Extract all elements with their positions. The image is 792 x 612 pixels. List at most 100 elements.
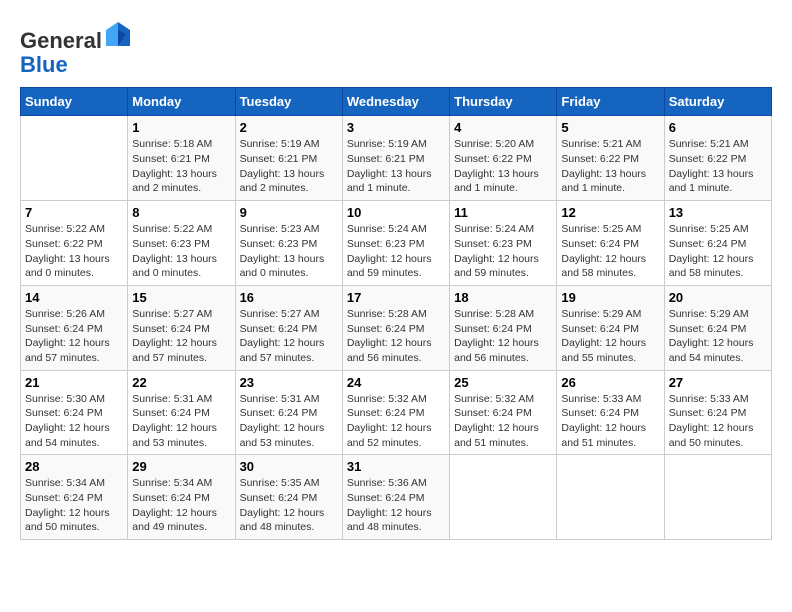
weekday-header: Saturday: [664, 88, 771, 116]
day-info: Sunrise: 5:27 AM Sunset: 6:24 PM Dayligh…: [240, 307, 338, 366]
day-number: 20: [669, 290, 767, 305]
calendar-cell: [664, 455, 771, 540]
calendar-cell: 1 Sunrise: 5:18 AM Sunset: 6:21 PM Daylig…: [128, 116, 235, 201]
calendar-cell: [450, 455, 557, 540]
day-info: Sunrise: 5:30 AM Sunset: 6:24 PM Dayligh…: [25, 392, 123, 451]
day-info: Sunrise: 5:28 AM Sunset: 6:24 PM Dayligh…: [454, 307, 552, 366]
weekday-header: Friday: [557, 88, 664, 116]
day-number: 12: [561, 205, 659, 220]
day-number: 17: [347, 290, 445, 305]
calendar-cell: [557, 455, 664, 540]
calendar-cell: 9 Sunrise: 5:23 AM Sunset: 6:23 PM Daylig…: [235, 201, 342, 286]
weekday-header: Thursday: [450, 88, 557, 116]
calendar-cell: 4 Sunrise: 5:20 AM Sunset: 6:22 PM Daylig…: [450, 116, 557, 201]
day-number: 8: [132, 205, 230, 220]
day-info: Sunrise: 5:34 AM Sunset: 6:24 PM Dayligh…: [132, 476, 230, 535]
day-info: Sunrise: 5:36 AM Sunset: 6:24 PM Dayligh…: [347, 476, 445, 535]
calendar-cell: 26 Sunrise: 5:33 AM Sunset: 6:24 PM Dayli…: [557, 370, 664, 455]
day-info: Sunrise: 5:21 AM Sunset: 6:22 PM Dayligh…: [669, 137, 767, 196]
day-info: Sunrise: 5:33 AM Sunset: 6:24 PM Dayligh…: [561, 392, 659, 451]
day-number: 16: [240, 290, 338, 305]
day-number: 24: [347, 375, 445, 390]
logo-icon: [104, 20, 132, 48]
day-info: Sunrise: 5:32 AM Sunset: 6:24 PM Dayligh…: [347, 392, 445, 451]
day-info: Sunrise: 5:31 AM Sunset: 6:24 PM Dayligh…: [132, 392, 230, 451]
day-number: 3: [347, 120, 445, 135]
day-number: 13: [669, 205, 767, 220]
calendar-cell: 23 Sunrise: 5:31 AM Sunset: 6:24 PM Dayli…: [235, 370, 342, 455]
calendar-cell: 29 Sunrise: 5:34 AM Sunset: 6:24 PM Dayli…: [128, 455, 235, 540]
calendar-cell: 3 Sunrise: 5:19 AM Sunset: 6:21 PM Daylig…: [342, 116, 449, 201]
day-info: Sunrise: 5:20 AM Sunset: 6:22 PM Dayligh…: [454, 137, 552, 196]
calendar-cell: [21, 116, 128, 201]
calendar-cell: 10 Sunrise: 5:24 AM Sunset: 6:23 PM Dayli…: [342, 201, 449, 286]
calendar-table: SundayMondayTuesdayWednesdayThursdayFrid…: [20, 87, 772, 540]
day-info: Sunrise: 5:29 AM Sunset: 6:24 PM Dayligh…: [669, 307, 767, 366]
calendar-cell: 17 Sunrise: 5:28 AM Sunset: 6:24 PM Dayli…: [342, 285, 449, 370]
logo-blue-text: Blue: [20, 52, 68, 77]
day-info: Sunrise: 5:33 AM Sunset: 6:24 PM Dayligh…: [669, 392, 767, 451]
calendar-cell: 12 Sunrise: 5:25 AM Sunset: 6:24 PM Dayli…: [557, 201, 664, 286]
calendar-cell: 8 Sunrise: 5:22 AM Sunset: 6:23 PM Daylig…: [128, 201, 235, 286]
day-info: Sunrise: 5:24 AM Sunset: 6:23 PM Dayligh…: [454, 222, 552, 281]
calendar-cell: 19Sunrise: 5:29 AM Sunset: 6:24 PM Dayli…: [557, 285, 664, 370]
day-number: 14: [25, 290, 123, 305]
day-number: 28: [25, 459, 123, 474]
day-info: Sunrise: 5:31 AM Sunset: 6:24 PM Dayligh…: [240, 392, 338, 451]
calendar-cell: 28 Sunrise: 5:34 AM Sunset: 6:24 PM Dayli…: [21, 455, 128, 540]
day-number: 31: [347, 459, 445, 474]
day-number: 22: [132, 375, 230, 390]
day-info: Sunrise: 5:28 AM Sunset: 6:24 PM Dayligh…: [347, 307, 445, 366]
day-number: 4: [454, 120, 552, 135]
day-info: Sunrise: 5:35 AM Sunset: 6:24 PM Dayligh…: [240, 476, 338, 535]
day-number: 26: [561, 375, 659, 390]
page-header: General Blue: [20, 20, 772, 77]
logo: General Blue: [20, 20, 132, 77]
calendar-cell: 6 Sunrise: 5:21 AM Sunset: 6:22 PM Daylig…: [664, 116, 771, 201]
logo-general-text: General: [20, 28, 102, 53]
day-number: 10: [347, 205, 445, 220]
day-number: 23: [240, 375, 338, 390]
weekday-header: Monday: [128, 88, 235, 116]
calendar-cell: 31 Sunrise: 5:36 AM Sunset: 6:24 PM Dayli…: [342, 455, 449, 540]
calendar-cell: 24 Sunrise: 5:32 AM Sunset: 6:24 PM Dayli…: [342, 370, 449, 455]
day-number: 1: [132, 120, 230, 135]
day-info: Sunrise: 5:22 AM Sunset: 6:23 PM Dayligh…: [132, 222, 230, 281]
calendar-cell: 7Sunrise: 5:22 AM Sunset: 6:22 PM Daylig…: [21, 201, 128, 286]
day-info: Sunrise: 5:24 AM Sunset: 6:23 PM Dayligh…: [347, 222, 445, 281]
calendar-cell: 20 Sunrise: 5:29 AM Sunset: 6:24 PM Dayli…: [664, 285, 771, 370]
calendar-header: SundayMondayTuesdayWednesdayThursdayFrid…: [21, 88, 772, 116]
day-info: Sunrise: 5:23 AM Sunset: 6:23 PM Dayligh…: [240, 222, 338, 281]
day-number: 7: [25, 205, 123, 220]
day-info: Sunrise: 5:34 AM Sunset: 6:24 PM Dayligh…: [25, 476, 123, 535]
day-number: 30: [240, 459, 338, 474]
calendar-cell: 18Sunrise: 5:28 AM Sunset: 6:24 PM Dayli…: [450, 285, 557, 370]
day-number: 9: [240, 205, 338, 220]
calendar-cell: 21 Sunrise: 5:30 AM Sunset: 6:24 PM Dayli…: [21, 370, 128, 455]
day-info: Sunrise: 5:18 AM Sunset: 6:21 PM Dayligh…: [132, 137, 230, 196]
weekday-header: Wednesday: [342, 88, 449, 116]
calendar-cell: 15Sunrise: 5:27 AM Sunset: 6:24 PM Dayli…: [128, 285, 235, 370]
day-info: Sunrise: 5:25 AM Sunset: 6:24 PM Dayligh…: [669, 222, 767, 281]
calendar-cell: 11 Sunrise: 5:24 AM Sunset: 6:23 PM Dayli…: [450, 201, 557, 286]
day-info: Sunrise: 5:27 AM Sunset: 6:24 PM Dayligh…: [132, 307, 230, 366]
day-number: 25: [454, 375, 552, 390]
day-number: 11: [454, 205, 552, 220]
day-number: 21: [25, 375, 123, 390]
calendar-cell: 14Sunrise: 5:26 AM Sunset: 6:24 PM Dayli…: [21, 285, 128, 370]
calendar-cell: 27Sunrise: 5:33 AM Sunset: 6:24 PM Dayli…: [664, 370, 771, 455]
day-info: Sunrise: 5:19 AM Sunset: 6:21 PM Dayligh…: [347, 137, 445, 196]
day-number: 6: [669, 120, 767, 135]
day-info: Sunrise: 5:32 AM Sunset: 6:24 PM Dayligh…: [454, 392, 552, 451]
day-info: Sunrise: 5:25 AM Sunset: 6:24 PM Dayligh…: [561, 222, 659, 281]
day-info: Sunrise: 5:21 AM Sunset: 6:22 PM Dayligh…: [561, 137, 659, 196]
calendar-cell: 16 Sunrise: 5:27 AM Sunset: 6:24 PM Dayli…: [235, 285, 342, 370]
day-info: Sunrise: 5:19 AM Sunset: 6:21 PM Dayligh…: [240, 137, 338, 196]
day-number: 5: [561, 120, 659, 135]
calendar-cell: 13 Sunrise: 5:25 AM Sunset: 6:24 PM Dayli…: [664, 201, 771, 286]
calendar-cell: 2Sunrise: 5:19 AM Sunset: 6:21 PM Daylig…: [235, 116, 342, 201]
weekday-header: Tuesday: [235, 88, 342, 116]
calendar-cell: 30 Sunrise: 5:35 AM Sunset: 6:24 PM Dayli…: [235, 455, 342, 540]
day-number: 29: [132, 459, 230, 474]
calendar-cell: 5 Sunrise: 5:21 AM Sunset: 6:22 PM Daylig…: [557, 116, 664, 201]
